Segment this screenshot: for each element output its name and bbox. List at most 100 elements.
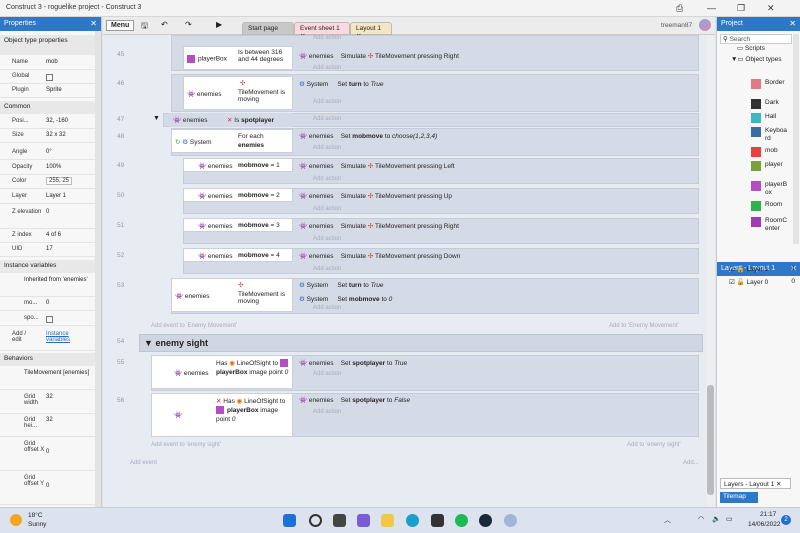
clock-time[interactable]: 21:17 [760, 511, 776, 518]
tab-tilemap[interactable]: Tilemap [720, 492, 758, 503]
add-event-to-group-link[interactable]: Add event to 'enemy sight' [151, 442, 221, 448]
save-icon[interactable]: 🖫 [141, 20, 148, 34]
restore-icon[interactable]: ❐ [737, 3, 745, 14]
condition-55[interactable]: 👾 enemies Has ◉ LineOfSight to playerBox… [151, 355, 293, 389]
close-tab-icon[interactable]: ✕ [776, 481, 781, 488]
section-behaviors[interactable]: Behaviors [0, 353, 95, 366]
add-action-link[interactable]: Add action [313, 371, 341, 377]
collapse-arrow-icon[interactable]: ▼ [153, 115, 160, 122]
event-sheet[interactable]: Add action 45 playerBox Is between 316 a… [103, 35, 706, 507]
project-scrollbar[interactable] [793, 34, 799, 244]
prop-value[interactable]: 32 [46, 417, 53, 423]
checkbox-icon[interactable]: ☑ [729, 266, 735, 273]
tab-event-sheet[interactable]: Event sheet 1 ✕ [294, 22, 350, 40]
prop-value[interactable]: 255, 25 [46, 177, 73, 185]
undo-icon[interactable]: ↶ [161, 20, 168, 29]
add-action-link[interactable]: Add action [313, 99, 341, 105]
close-icon[interactable]: ✕ [767, 3, 775, 14]
file-explorer-icon[interactable] [381, 514, 394, 527]
close-panel-icon[interactable]: ✕ [789, 19, 796, 28]
layer-row[interactable]: ☑ 🔓 Layer 0 0 [729, 278, 799, 286]
add-action-link[interactable]: Add action [313, 145, 341, 151]
steam-icon[interactable] [479, 514, 492, 527]
condition-52[interactable]: 👾 enemies mobmove = 4 [183, 248, 293, 262]
share-icon[interactable]: ⎙ [676, 3, 683, 14]
add-link[interactable]: Add... [683, 460, 699, 466]
add-to-group-link[interactable]: Add to 'Enemy Movement' [609, 323, 679, 329]
windows-start-icon[interactable] [283, 514, 296, 527]
checkbox-icon[interactable]: ☑ [729, 279, 735, 286]
chat-icon[interactable] [357, 514, 370, 527]
action-53a[interactable]: ⚙ System Set turn to True [299, 281, 384, 289]
section-object-type[interactable]: Object type properties [0, 35, 95, 55]
add-action-link[interactable]: Add action [313, 236, 341, 242]
tab-layers-bottom[interactable]: Layers - Layout 1 ✕ [720, 478, 791, 489]
close-panel-icon[interactable]: ✕ [90, 19, 97, 28]
play-icon[interactable]: ▶ [216, 20, 222, 29]
prop-value[interactable]: 32 [46, 394, 53, 400]
prop-name-value[interactable]: mob [46, 59, 58, 65]
wifi-icon[interactable]: ◠ [698, 515, 704, 523]
action-49[interactable]: 👾 enemies Simulate ✣ TileMovement pressi… [299, 162, 455, 170]
sheet-scrollbar[interactable] [706, 35, 715, 507]
prop-value[interactable]: 0 [46, 209, 49, 215]
section-instance-variables[interactable]: Instance variables [0, 260, 95, 273]
condition-53[interactable]: 👾 enemies ✣ TileMovement is moving [171, 278, 293, 312]
condition-46[interactable]: 👾 enemies ✣ TileMovement is moving [183, 76, 293, 110]
minimize-icon[interactable]: — [707, 3, 716, 13]
menu-button[interactable]: Menu [106, 20, 135, 31]
construct-icon[interactable] [504, 514, 517, 527]
add-action-link[interactable]: Add action [313, 409, 341, 415]
action-48[interactable]: 👾 enemies Set mobmove to choose(1,2,3,4) [299, 132, 437, 140]
section-common[interactable]: Common [0, 101, 95, 114]
condition-50[interactable]: 👾 enemies mobmove = 2 [183, 188, 293, 202]
condition-47[interactable]: 👾 enemies ✕ Is spotplayer [169, 113, 293, 127]
prop-value[interactable]: 0 [46, 449, 49, 455]
action-45[interactable]: 👾 enemies Simulate ✣ TileMovement pressi… [299, 52, 459, 60]
add-action-link[interactable]: Add action [313, 176, 341, 182]
tab-start-page[interactable]: Start page [242, 22, 294, 35]
layer-select[interactable]: Layer 1 [46, 193, 66, 199]
instance-variables-link[interactable]: Instance variables [46, 331, 86, 343]
add-action-link[interactable]: Add action [313, 206, 341, 212]
group-enemy-sight[interactable]: ▼ enemy sight [139, 334, 703, 352]
prop-value[interactable]: 0 [46, 483, 49, 489]
condition-49[interactable]: 👾 enemies mobmove = 1 [183, 158, 293, 172]
prop-value[interactable]: 32 x 32 [46, 132, 66, 138]
notification-badge[interactable]: 2 [781, 515, 791, 525]
global-checkbox[interactable] [46, 74, 53, 81]
action-50[interactable]: 👾 enemies Simulate ✣ TileMovement pressi… [299, 192, 452, 200]
username[interactable]: treeman87 [661, 22, 692, 29]
redo-icon[interactable]: ↷ [185, 20, 192, 29]
action-53b[interactable]: ⚙ System Set mobmove to 0 [299, 295, 392, 303]
chevron-up-icon[interactable]: ︿ [664, 515, 671, 525]
condition-56[interactable]: 👾 ✕ Has ◉ LineOfSight to playerBox image… [151, 393, 293, 437]
condition-48[interactable]: ↻ ⚙ System For each enemies [171, 129, 293, 153]
add-event-to-group-link[interactable]: Add event to 'Enemy Movement' [151, 323, 237, 329]
lock-icon[interactable]: 🔓 [737, 266, 745, 273]
action-56[interactable]: 👾 enemies Set spotplayer to False [299, 396, 410, 404]
inherited-group[interactable]: Inherited from 'enemies' [0, 275, 95, 297]
condition-51[interactable]: 👾 enemies mobmove = 3 [183, 218, 293, 232]
task-view-icon[interactable] [333, 514, 346, 527]
scroll-thumb[interactable] [707, 385, 714, 495]
tree-scripts[interactable]: ▭ Scripts [737, 44, 765, 52]
edge-icon[interactable] [406, 514, 419, 527]
speaker-icon[interactable]: 🔈 [712, 515, 721, 523]
properties-scrollbar[interactable] [95, 31, 101, 507]
tilemovement-group[interactable]: TileMovement [enemies] [0, 368, 95, 390]
weather-text[interactable]: Sunny [28, 521, 46, 528]
add-action-link[interactable]: Add action [313, 116, 341, 122]
action-52[interactable]: 👾 enemies Simulate ✣ TileMovement pressi… [299, 252, 460, 260]
action-46[interactable]: ⚙ System Set turn to True [299, 80, 384, 88]
prop-value[interactable]: 0° [46, 149, 52, 155]
prop-value[interactable]: 0 [46, 300, 49, 306]
add-action-link[interactable]: Add action [313, 65, 341, 71]
prop-value[interactable]: 100% [46, 164, 61, 170]
spotify-icon[interactable] [455, 514, 468, 527]
spotplayer-checkbox[interactable] [46, 316, 53, 323]
weather-temp[interactable]: 18°C [28, 512, 43, 519]
add-to-group-link[interactable]: Add to 'enemy sight' [627, 442, 681, 448]
project-search[interactable]: ⚲ Search [720, 34, 792, 44]
collapse-arrow-icon[interactable]: ▼ [144, 338, 153, 348]
